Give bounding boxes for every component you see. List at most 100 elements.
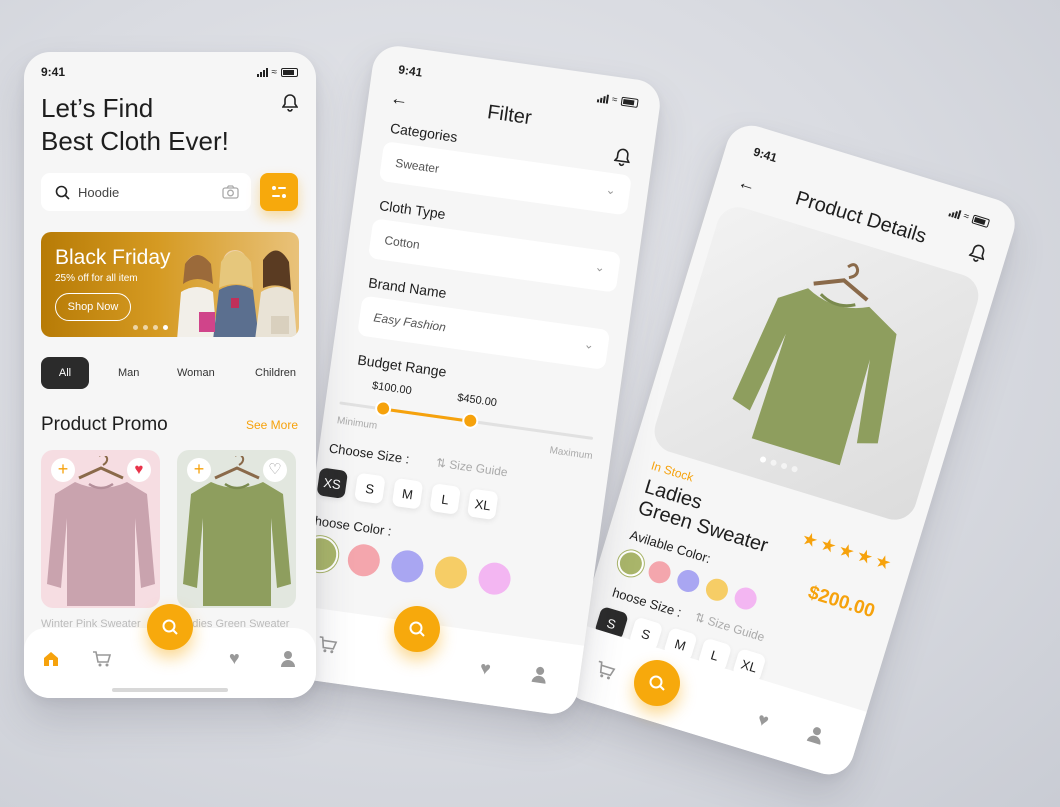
search-icon bbox=[409, 621, 425, 637]
color-swatch[interactable] bbox=[674, 567, 702, 595]
color-swatch[interactable] bbox=[476, 560, 513, 597]
budget-min-handle[interactable] bbox=[374, 399, 393, 418]
budget-slider-range bbox=[382, 407, 471, 423]
category-tab-children[interactable]: Children bbox=[255, 367, 296, 379]
minimum-label: Minimum bbox=[336, 415, 378, 432]
chevron-down-icon: ⌄ bbox=[593, 259, 606, 275]
categories-value: Sweater bbox=[394, 155, 441, 176]
filter-button[interactable] bbox=[260, 173, 298, 211]
search-fab-button[interactable] bbox=[147, 604, 193, 650]
category-tab-woman[interactable]: Woman bbox=[177, 367, 215, 379]
banner-pagination bbox=[133, 325, 168, 330]
camera-icon[interactable] bbox=[222, 185, 239, 199]
choose-size-label: Choose Size : bbox=[328, 440, 411, 467]
product-image bbox=[649, 201, 984, 526]
chevron-down-icon: ⌄ bbox=[604, 182, 617, 198]
title-line1: Let’s Find bbox=[41, 93, 154, 123]
status-time: 9:41 bbox=[41, 65, 66, 79]
search-icon bbox=[162, 619, 178, 635]
page-title: Filter bbox=[485, 101, 533, 130]
cart-icon[interactable] bbox=[92, 650, 112, 673]
green-sweater-image bbox=[183, 456, 291, 606]
search-value: Hoodie bbox=[78, 185, 120, 200]
search-fab-button[interactable] bbox=[394, 606, 440, 652]
sweater-image bbox=[700, 233, 936, 496]
back-arrow-icon[interactable]: ← bbox=[735, 172, 758, 197]
size-guide-icon: ⇅ bbox=[435, 455, 448, 471]
budget-range-label: Budget Range bbox=[356, 351, 448, 380]
status-icons: ≈ bbox=[256, 67, 298, 78]
category-tab-man[interactable]: Man bbox=[118, 367, 139, 379]
color-swatch[interactable] bbox=[389, 548, 426, 585]
categories-label: Categories bbox=[389, 119, 459, 146]
size-guide-icon: ⇅ bbox=[693, 609, 707, 627]
pink-sweater-image bbox=[47, 456, 155, 606]
back-arrow-icon[interactable]: ← bbox=[389, 88, 410, 111]
user-icon[interactable] bbox=[804, 724, 826, 751]
size-option[interactable]: M bbox=[391, 477, 424, 510]
product-card[interactable]: + ♥ bbox=[41, 450, 160, 608]
budget-max-handle[interactable] bbox=[461, 411, 480, 430]
maximum-label: Maximum bbox=[548, 445, 594, 463]
star-icon: ★ bbox=[872, 550, 894, 575]
color-swatch[interactable] bbox=[432, 554, 470, 591]
page-title: Let’s Find Best Cloth Ever! bbox=[41, 92, 229, 158]
bell-icon[interactable] bbox=[613, 147, 632, 172]
search-input[interactable]: Hoodie bbox=[41, 173, 251, 211]
size-option[interactable]: XS bbox=[316, 467, 349, 499]
heart-icon[interactable]: ♥ bbox=[229, 648, 240, 669]
title-line2: Best Cloth Ever! bbox=[41, 126, 229, 156]
search-icon bbox=[649, 675, 665, 691]
star-icon: ★ bbox=[799, 527, 821, 552]
budget-min-value: $100.00 bbox=[371, 379, 413, 398]
user-icon[interactable] bbox=[280, 650, 296, 673]
brand-name-value: Easy Fashion bbox=[372, 310, 447, 335]
color-swatch[interactable] bbox=[703, 576, 731, 604]
product-card[interactable]: + ♡ bbox=[177, 450, 296, 608]
bell-icon[interactable] bbox=[966, 242, 988, 269]
color-swatch[interactable] bbox=[617, 549, 645, 578]
chevron-down-icon: ⌄ bbox=[583, 336, 595, 353]
size-option[interactable]: L bbox=[429, 483, 461, 515]
color-swatch[interactable] bbox=[731, 584, 760, 613]
banner-subtitle: 25% off for all item bbox=[55, 273, 138, 284]
see-more-link[interactable]: See More bbox=[246, 418, 298, 432]
star-icon: ★ bbox=[854, 544, 876, 569]
section-title: Product Promo bbox=[41, 414, 168, 435]
star-icon: ★ bbox=[817, 533, 839, 558]
home-screen: 9:41 ≈ Let’s Find Best Cloth Ever! Hoodi… bbox=[24, 52, 316, 698]
status-time: 9:41 bbox=[397, 62, 424, 80]
cloth-type-value: Cotton bbox=[383, 233, 421, 252]
search-icon bbox=[55, 185, 70, 200]
star-icon: ★ bbox=[835, 539, 858, 563]
category-tab-all[interactable]: All bbox=[41, 357, 89, 389]
status-icons: ≈ bbox=[947, 206, 991, 229]
status-time: 9:41 bbox=[751, 144, 779, 166]
heart-icon[interactable]: ♥ bbox=[755, 709, 771, 732]
cloth-type-label: Cloth Type bbox=[378, 197, 447, 223]
shop-now-button[interactable]: Shop Now bbox=[55, 293, 131, 321]
cart-icon[interactable] bbox=[592, 659, 618, 687]
filter-icon bbox=[272, 186, 286, 198]
bell-icon[interactable] bbox=[281, 94, 299, 117]
home-indicator bbox=[112, 688, 228, 692]
price: $200.00 bbox=[805, 582, 878, 623]
color-swatch[interactable] bbox=[645, 558, 674, 586]
budget-max-value: $450.00 bbox=[456, 391, 498, 410]
rating-stars: ★ ★ ★ ★ ★ bbox=[799, 527, 894, 575]
color-swatches bbox=[302, 536, 513, 597]
color-swatch[interactable] bbox=[345, 542, 382, 579]
size-option[interactable]: S bbox=[354, 472, 386, 505]
search-fab-button[interactable] bbox=[634, 660, 680, 706]
size-option[interactable]: XL bbox=[466, 488, 499, 521]
heart-icon[interactable]: ♥ bbox=[479, 658, 492, 680]
promo-banner[interactable]: Black Friday 25% off for all item Shop N… bbox=[41, 232, 299, 337]
choose-color-label: hoose Color : bbox=[313, 513, 393, 539]
size-guide-link[interactable]: ⇅ Size Guide bbox=[435, 455, 508, 479]
cart-icon[interactable] bbox=[316, 635, 339, 661]
size-guide-label: Size Guide bbox=[448, 457, 509, 480]
user-icon[interactable] bbox=[530, 665, 549, 690]
home-icon[interactable] bbox=[42, 650, 60, 673]
banner-title: Black Friday bbox=[55, 246, 171, 269]
banner-people-image bbox=[171, 240, 299, 337]
